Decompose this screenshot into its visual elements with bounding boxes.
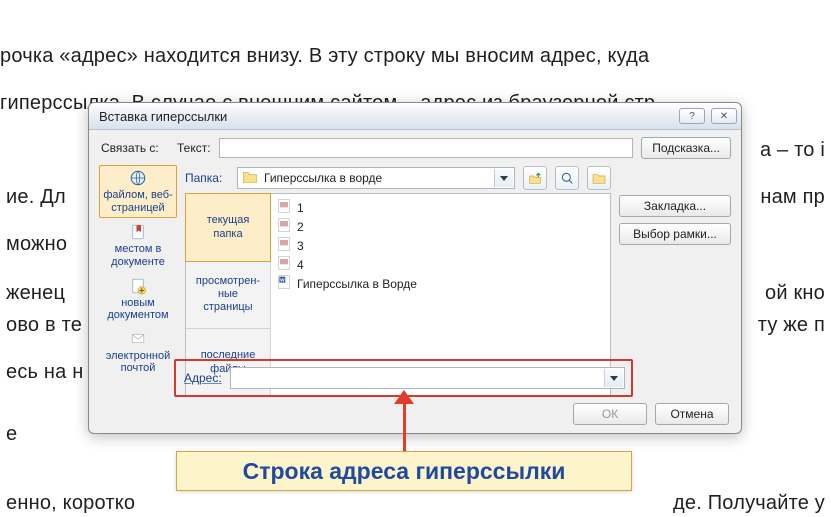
link-to-file-or-webpage[interactable]: файлом, веб-страницей	[99, 165, 177, 218]
address-label: Адрес:	[184, 371, 222, 385]
bookmark-button[interactable]: Закладка...	[619, 195, 731, 217]
browse-file-button[interactable]	[587, 166, 611, 190]
browse-tabs: текущаяпапка просмотрен-ныестраницы посл…	[186, 194, 271, 396]
image-file-icon	[277, 236, 291, 255]
list-item[interactable]: W Гиперссылка в Ворде	[277, 274, 604, 293]
right-buttons: Закладка... Выбор рамки...	[611, 165, 731, 397]
tab-current-folder[interactable]: текущаяпапка	[185, 193, 271, 262]
svg-text:W: W	[280, 277, 285, 282]
display-text-input[interactable]	[219, 138, 634, 158]
article-line: рочка «адрес» находится внизу. В эту стр…	[0, 42, 831, 71]
image-file-icon	[277, 217, 291, 236]
word-doc-icon: W	[277, 274, 291, 293]
file-list[interactable]: 1 2 3 4	[271, 194, 610, 396]
annotation-callout: Строка адреса гиперссылки	[176, 451, 632, 491]
target-frame-button[interactable]: Выбор рамки...	[619, 223, 731, 245]
look-in-combo[interactable]: Гиперссылка в ворде	[237, 167, 515, 189]
titlebar: Вставка гиперссылки ? ✕	[89, 103, 741, 130]
tab-browsed-pages[interactable]: просмотрен-ныестраницы	[186, 261, 270, 329]
browse-web-button[interactable]	[555, 166, 579, 190]
close-button[interactable]: ✕	[711, 108, 737, 124]
ok-button: ОК	[573, 403, 647, 425]
link-to-label: Связать с:	[99, 141, 169, 155]
image-file-icon	[277, 255, 291, 274]
help-button[interactable]: ?	[679, 108, 705, 124]
address-input[interactable]	[230, 367, 625, 389]
image-file-icon	[277, 198, 291, 217]
bookmark-doc-icon	[129, 223, 147, 241]
article-line: де. Получайте у	[0, 489, 825, 517]
screentip-button[interactable]: Подсказка...	[641, 137, 731, 159]
annotation-arrow-stem	[403, 396, 406, 456]
address-dropdown-arrow[interactable]	[604, 369, 623, 387]
look-in-dropdown-arrow[interactable]	[494, 169, 513, 187]
link-to-email[interactable]: электроннойпочтой	[99, 327, 177, 378]
dialog-action-row: ОК Отмена	[573, 403, 729, 425]
center-panel: Папка: Гиперссылка в ворде	[179, 165, 611, 397]
folder-icon	[242, 170, 258, 186]
list-item[interactable]: 4	[277, 255, 604, 274]
link-to-place-in-doc[interactable]: местом вдокументе	[99, 220, 177, 271]
up-one-level-button[interactable]	[523, 166, 547, 190]
link-to-new-document[interactable]: новымдокументом	[99, 274, 177, 325]
dialog-title: Вставка гиперссылки	[99, 109, 679, 124]
email-icon	[129, 330, 147, 348]
list-item[interactable]: 1	[277, 198, 604, 217]
folder-selected-name: Гиперссылка в ворде	[264, 171, 382, 185]
text-field-label: Текст:	[177, 141, 211, 155]
list-item[interactable]: 2	[277, 217, 604, 236]
new-doc-icon	[129, 277, 147, 295]
link-to-sidebar: файлом, веб-страницей местом вдокументе …	[99, 165, 179, 397]
folder-label: Папка:	[185, 171, 229, 185]
insert-hyperlink-dialog: Вставка гиперссылки ? ✕ Связать с: Текст…	[88, 102, 742, 434]
list-item[interactable]: 3	[277, 236, 604, 255]
cancel-button[interactable]: Отмена	[655, 403, 729, 425]
globe-doc-icon	[129, 169, 147, 187]
